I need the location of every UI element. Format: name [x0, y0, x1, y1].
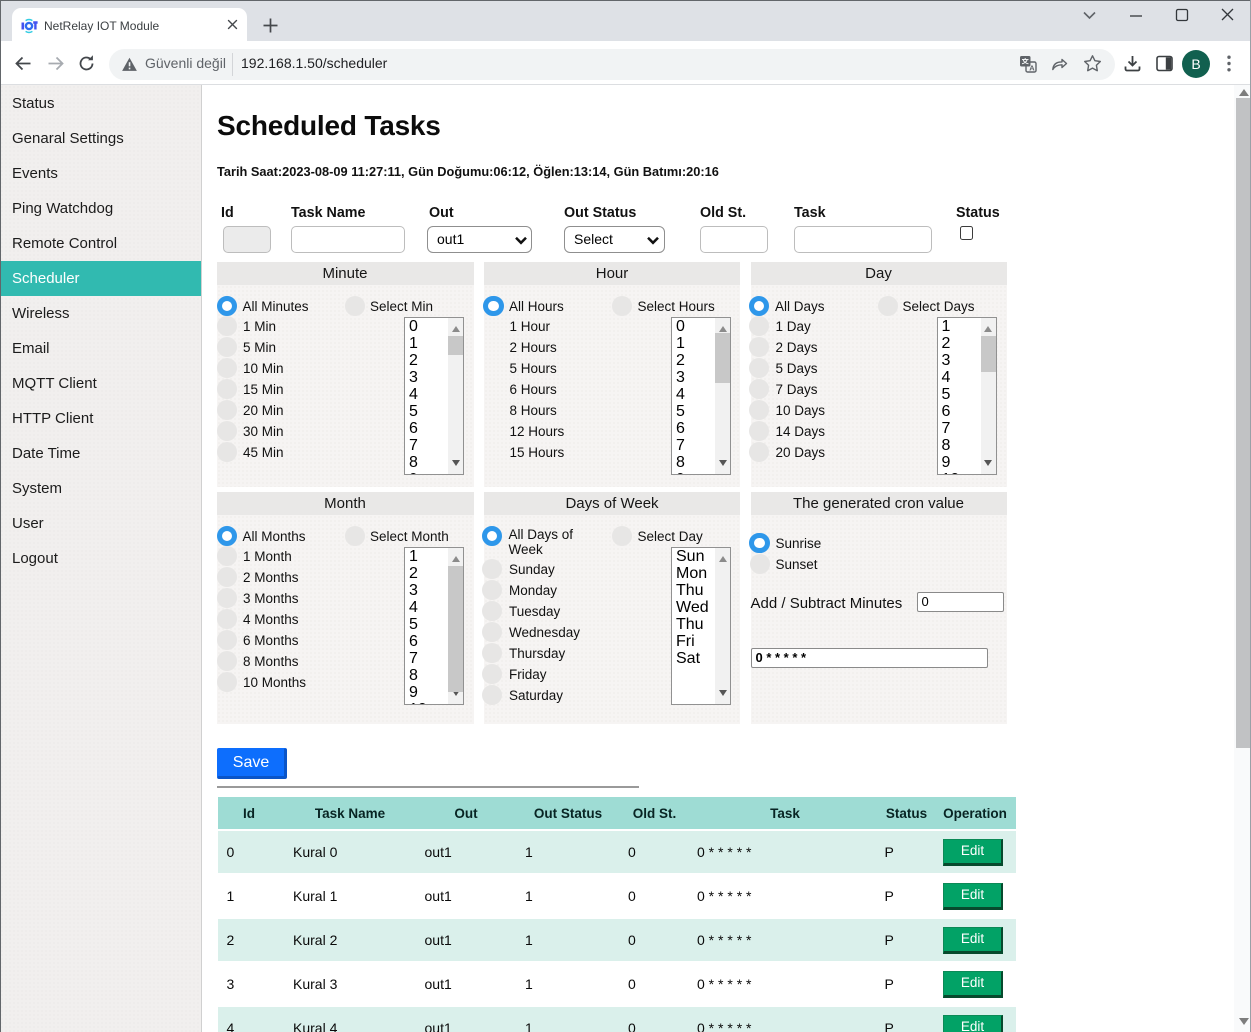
svg-text:A: A	[1029, 64, 1035, 73]
